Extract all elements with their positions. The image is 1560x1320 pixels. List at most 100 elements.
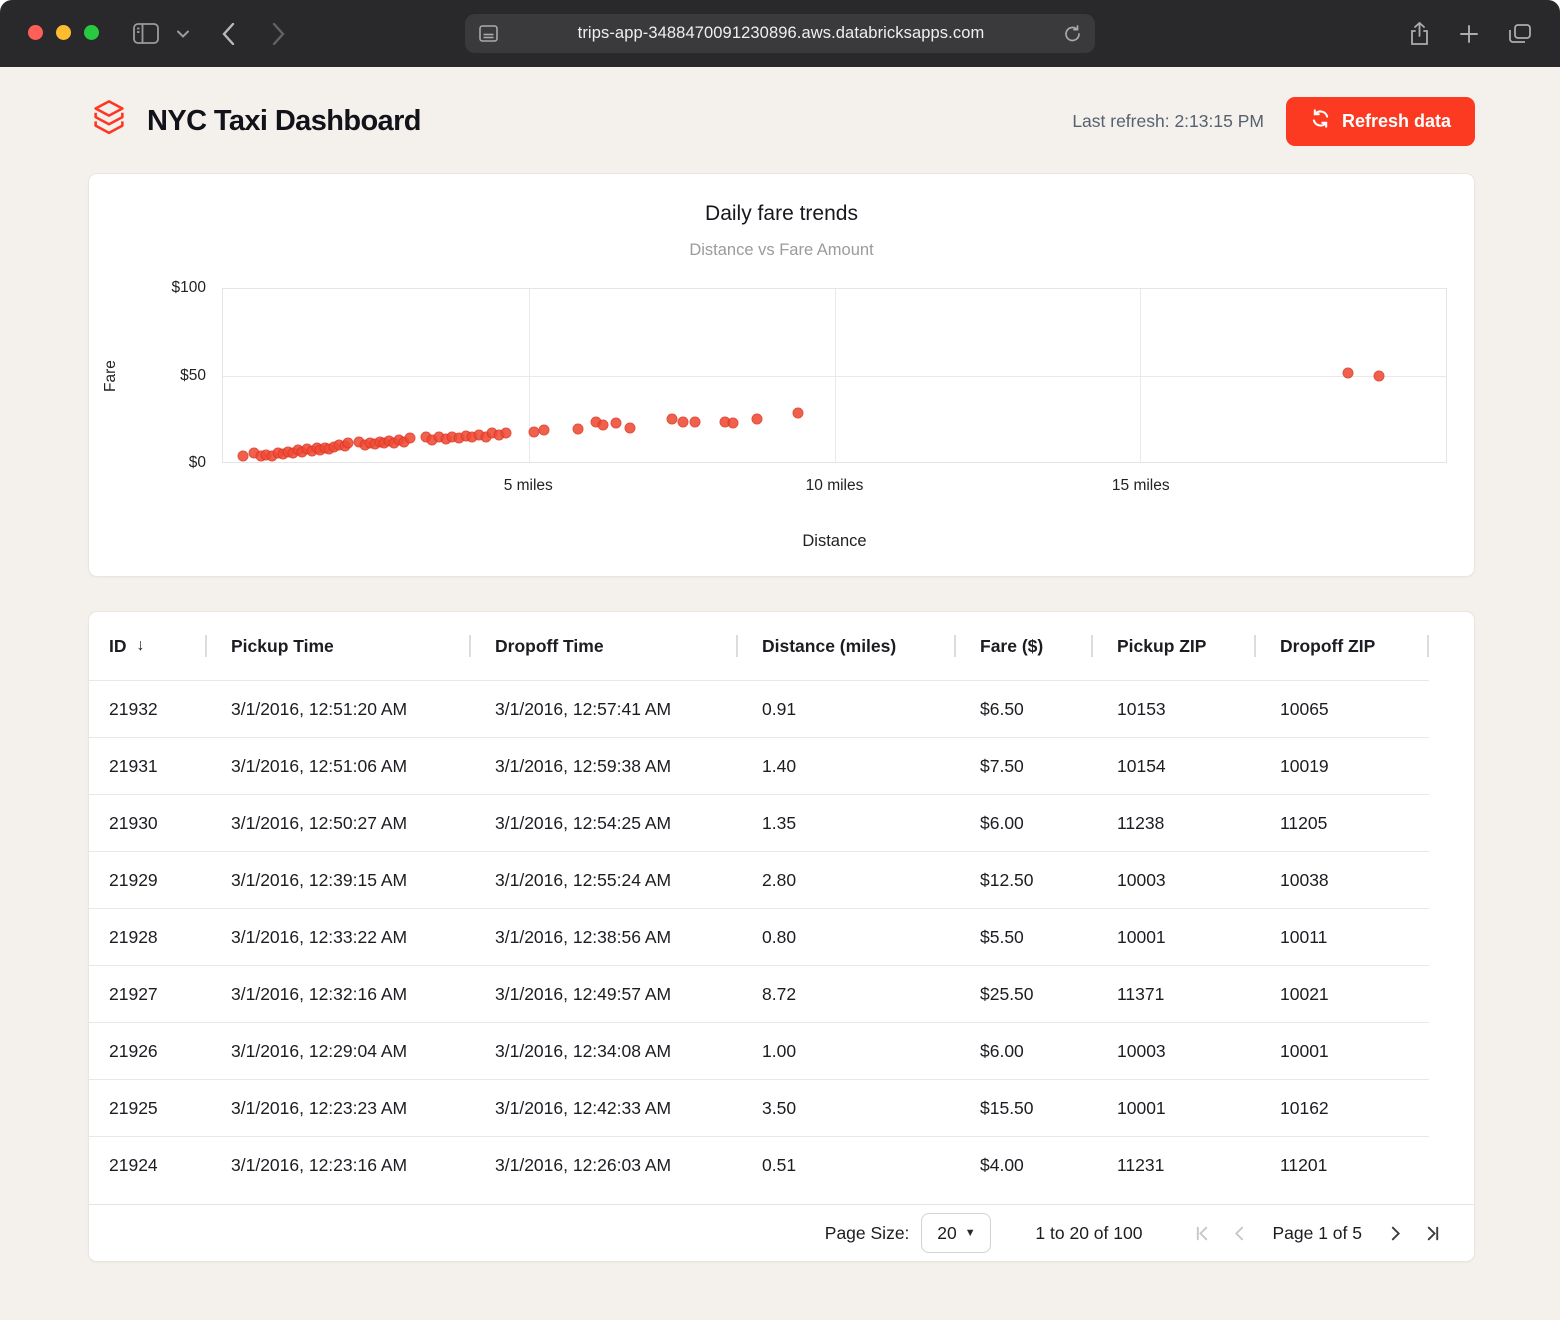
page-size-dropdown[interactable]: 20 ▼: [921, 1213, 991, 1253]
table-cell: 10162: [1256, 1098, 1429, 1119]
scatter-point: [751, 414, 762, 425]
table-cell: $6.00: [956, 1041, 1093, 1062]
table-cell: 3.50: [738, 1098, 956, 1119]
table-header-row: ID↓Pickup TimeDropoff Time Distance (mile…: [89, 612, 1429, 680]
page-title: NYC Taxi Dashboard: [147, 105, 421, 138]
first-page-button[interactable]: [1182, 1214, 1220, 1252]
column-header[interactable]: Pickup Time: [207, 612, 471, 680]
y-axis-ticks: $0$50$100: [126, 288, 206, 463]
refresh-data-button[interactable]: Refresh data: [1286, 97, 1475, 146]
table-row[interactable]: 219243/1/2016, 12:23:16 AM3/1/2016, 12:2…: [89, 1136, 1429, 1193]
chart-card: Daily fare trends Distance vs Fare Amoun…: [88, 173, 1475, 577]
table-cell: 10001: [1256, 1041, 1429, 1062]
column-header[interactable]: Dropoff ZIP: [1256, 612, 1429, 680]
table-cell: 3/1/2016, 12:38:56 AM: [471, 927, 738, 948]
column-header-label: Dropoff ZIP: [1280, 636, 1375, 657]
share-icon[interactable]: [1402, 0, 1436, 67]
table-cell: 3/1/2016, 12:33:22 AM: [207, 927, 471, 948]
column-header[interactable]: Distance (miles): [738, 612, 956, 680]
table-cell: 11205: [1256, 813, 1429, 834]
table-cell: 10038: [1256, 870, 1429, 891]
sidebar-icon[interactable]: [130, 0, 162, 67]
column-header[interactable]: Fare ($): [956, 612, 1093, 680]
chevron-down-icon[interactable]: [170, 0, 196, 67]
table-cell: 3/1/2016, 12:49:57 AM: [471, 984, 738, 1005]
table-cell: 11238: [1093, 813, 1256, 834]
next-page-button[interactable]: [1376, 1214, 1414, 1252]
last-page-button[interactable]: [1414, 1214, 1452, 1252]
table-cell: 10001: [1093, 927, 1256, 948]
table-cell: 11231: [1093, 1155, 1256, 1176]
table-cell: 21931: [89, 756, 207, 777]
zoom-window-button[interactable]: [84, 25, 99, 40]
forward-button[interactable]: [262, 0, 294, 67]
table-row[interactable]: 219253/1/2016, 12:23:23 AM3/1/2016, 12:4…: [89, 1079, 1429, 1136]
table-cell: 10153: [1093, 699, 1256, 720]
table-cell: 10003: [1093, 1041, 1256, 1062]
scatter-point: [572, 424, 583, 435]
table-body: 219323/1/2016, 12:51:20 AM3/1/2016, 12:5…: [89, 680, 1475, 1193]
scatter-point: [1373, 370, 1384, 381]
table-cell: 10019: [1256, 756, 1429, 777]
table-cell: 21925: [89, 1098, 207, 1119]
scatter-point: [1343, 367, 1354, 378]
table-cell: 1.35: [738, 813, 956, 834]
table-cell: 0.91: [738, 699, 956, 720]
table-cell: $5.50: [956, 927, 1093, 948]
brand: NYC Taxi Dashboard: [88, 96, 421, 146]
pager: Page 1 of 5: [1182, 1214, 1452, 1252]
tab-overview-icon[interactable]: [1502, 0, 1538, 67]
table-cell: 10011: [1256, 927, 1429, 948]
table-cell: 3/1/2016, 12:23:23 AM: [207, 1098, 471, 1119]
scatter-point: [666, 414, 677, 425]
app-header: NYC Taxi Dashboard Last refresh: 2:13:15…: [88, 96, 1475, 146]
caret-down-icon: ▼: [965, 1227, 976, 1239]
table-cell: $4.00: [956, 1155, 1093, 1176]
table-row[interactable]: 219303/1/2016, 12:50:27 AM3/1/2016, 12:5…: [89, 794, 1429, 851]
page-indicator: Page 1 of 5: [1272, 1223, 1362, 1244]
back-button[interactable]: [212, 0, 244, 67]
previous-page-button[interactable]: [1220, 1214, 1258, 1252]
chart-subtitle: Distance vs Fare Amount: [89, 241, 1474, 260]
column-header-label: Distance (miles): [762, 636, 896, 657]
url-bar[interactable]: trips-app-3488470091230896.aws.databrick…: [465, 14, 1095, 53]
table-row[interactable]: 219263/1/2016, 12:29:04 AM3/1/2016, 12:3…: [89, 1022, 1429, 1079]
reload-icon[interactable]: [1064, 25, 1081, 43]
column-header-label: Fare ($): [980, 636, 1043, 657]
scatter-point: [793, 407, 804, 418]
column-header[interactable]: Dropoff Time: [471, 612, 738, 680]
table-cell: 3/1/2016, 12:29:04 AM: [207, 1041, 471, 1062]
y-tick-label: $50: [126, 367, 206, 385]
minimize-window-button[interactable]: [56, 25, 71, 40]
table-cell: $6.00: [956, 813, 1093, 834]
table-row[interactable]: 219273/1/2016, 12:32:16 AM3/1/2016, 12:4…: [89, 965, 1429, 1022]
scatter-point: [238, 450, 249, 461]
table-cell: 1.40: [738, 756, 956, 777]
x-tick-label: 10 miles: [806, 477, 864, 495]
table-cell: 3/1/2016, 12:54:25 AM: [471, 813, 738, 834]
table-row[interactable]: 219313/1/2016, 12:51:06 AM3/1/2016, 12:5…: [89, 737, 1429, 794]
close-window-button[interactable]: [28, 25, 43, 40]
table-cell: 3/1/2016, 12:51:06 AM: [207, 756, 471, 777]
table-row[interactable]: 219283/1/2016, 12:33:22 AM3/1/2016, 12:3…: [89, 908, 1429, 965]
table-footer: Page Size: 20 ▼ 1 to 20 of 100 Page 1 of…: [89, 1204, 1475, 1261]
url-text: trips-app-3488470091230896.aws.databrick…: [498, 24, 1064, 43]
table-row[interactable]: 219293/1/2016, 12:39:15 AM3/1/2016, 12:5…: [89, 851, 1429, 908]
new-tab-icon[interactable]: [1452, 0, 1486, 67]
last-refresh-text: Last refresh: 2:13:15 PM: [1072, 111, 1264, 132]
scatter-point: [539, 425, 550, 436]
table-cell: $25.50: [956, 984, 1093, 1005]
table-cell: 11201: [1256, 1155, 1429, 1176]
databricks-logo-icon: [88, 97, 130, 146]
table-cell: 21929: [89, 870, 207, 891]
column-header-label: Pickup ZIP: [1117, 636, 1206, 657]
scatter-point: [404, 433, 415, 444]
column-header[interactable]: ID↓: [89, 612, 207, 680]
x-tick-label: 5 miles: [504, 477, 553, 495]
column-header[interactable]: Pickup ZIP: [1093, 612, 1256, 680]
table-cell: 3/1/2016, 12:39:15 AM: [207, 870, 471, 891]
table-row[interactable]: 219323/1/2016, 12:51:20 AM3/1/2016, 12:5…: [89, 680, 1429, 737]
table-cell: 3/1/2016, 12:34:08 AM: [471, 1041, 738, 1062]
table-cell: 3/1/2016, 12:23:16 AM: [207, 1155, 471, 1176]
table-cell: 21932: [89, 699, 207, 720]
